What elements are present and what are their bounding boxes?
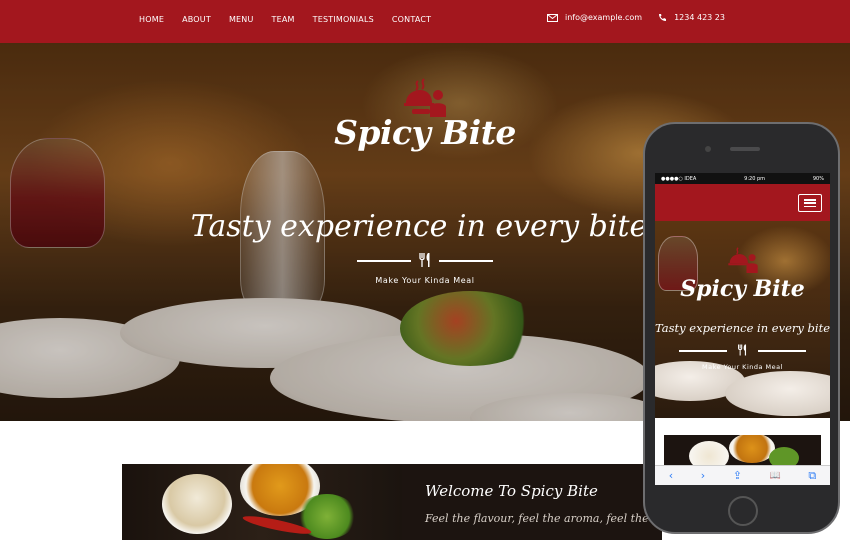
phone-screen: ●●●●○ IDEA 9:20 pm 90% Spicy Bite Tasty … xyxy=(655,173,830,485)
food-bowls-image xyxy=(122,464,402,540)
time-label: 9:20 pm xyxy=(744,175,766,182)
forward-icon[interactable]: › xyxy=(701,469,705,482)
nav-contact-info: info@example.com 1234 423 23 xyxy=(547,13,741,22)
mobile-hero: Spicy Bite Tasty experience in every bit… xyxy=(655,221,830,418)
hero-divider xyxy=(357,253,493,267)
chef-serving-icon xyxy=(728,247,758,273)
browser-toolbar: ‹ › ⇪ 📖 ⧉ xyxy=(655,465,830,485)
bookmarks-icon[interactable]: 📖 xyxy=(770,471,781,481)
email-text: info@example.com xyxy=(565,13,643,22)
share-icon[interactable]: ⇪ xyxy=(733,469,742,482)
phone-item[interactable]: 1234 423 23 xyxy=(658,13,725,22)
brand-name: Spicy Bite xyxy=(334,113,516,152)
carrier-label: ●●●●○ IDEA xyxy=(661,175,697,182)
tabs-icon[interactable]: ⧉ xyxy=(808,469,816,483)
mobile-food-image xyxy=(664,435,821,465)
mobile-tagline: Tasty experience in every bite! xyxy=(655,321,830,335)
mobile-nav xyxy=(655,184,830,221)
nav-about[interactable]: ABOUT xyxy=(182,15,211,24)
welcome-title: Welcome To Spicy Bite xyxy=(425,482,598,500)
camera-icon xyxy=(705,146,711,152)
nav-home[interactable]: HOME xyxy=(139,15,164,24)
chef-serving-icon xyxy=(404,78,446,117)
speaker-icon xyxy=(730,147,760,151)
top-nav: HOME ABOUT MENU TEAM TESTIMONIALS CONTAC… xyxy=(0,0,850,43)
fork-knife-icon xyxy=(738,344,747,356)
welcome-section: Welcome To Spicy Bite Feel the flavour, … xyxy=(122,464,662,540)
mobile-brand-name: Spicy Bite xyxy=(680,276,805,302)
nav-links: HOME ABOUT MENU TEAM TESTIMONIALS CONTAC… xyxy=(139,15,449,24)
mobile-divider xyxy=(679,343,806,357)
mobile-subtitle: Make Your Kinda Meal xyxy=(702,363,783,371)
nav-menu[interactable]: MENU xyxy=(229,15,254,24)
nav-contact[interactable]: CONTACT xyxy=(392,15,431,24)
battery-label: 90% xyxy=(812,175,824,182)
hamburger-menu-icon[interactable] xyxy=(798,194,822,212)
back-icon[interactable]: ‹ xyxy=(669,469,673,482)
hero-tagline: Tasty experience in every bite! xyxy=(190,209,660,244)
email-item[interactable]: info@example.com xyxy=(547,13,642,22)
status-bar: ●●●●○ IDEA 9:20 pm 90% xyxy=(655,173,830,184)
nav-testimonials[interactable]: TESTIMONIALS xyxy=(313,15,374,24)
welcome-subtitle: Feel the flavour, feel the aroma, feel t… xyxy=(425,512,662,525)
phone-text: 1234 423 23 xyxy=(674,13,725,22)
mobile-content xyxy=(655,418,830,465)
fork-knife-icon xyxy=(419,253,430,267)
page: HOME ABOUT MENU TEAM TESTIMONIALS CONTAC… xyxy=(0,0,850,540)
phone-icon xyxy=(659,14,667,21)
nav-team[interactable]: TEAM xyxy=(272,15,295,24)
envelope-icon xyxy=(547,13,558,22)
home-button[interactable] xyxy=(728,496,758,526)
hero-subtitle: Make Your Kinda Meal xyxy=(375,276,475,285)
phone-mockup: ●●●●○ IDEA 9:20 pm 90% Spicy Bite Tasty … xyxy=(643,122,840,534)
